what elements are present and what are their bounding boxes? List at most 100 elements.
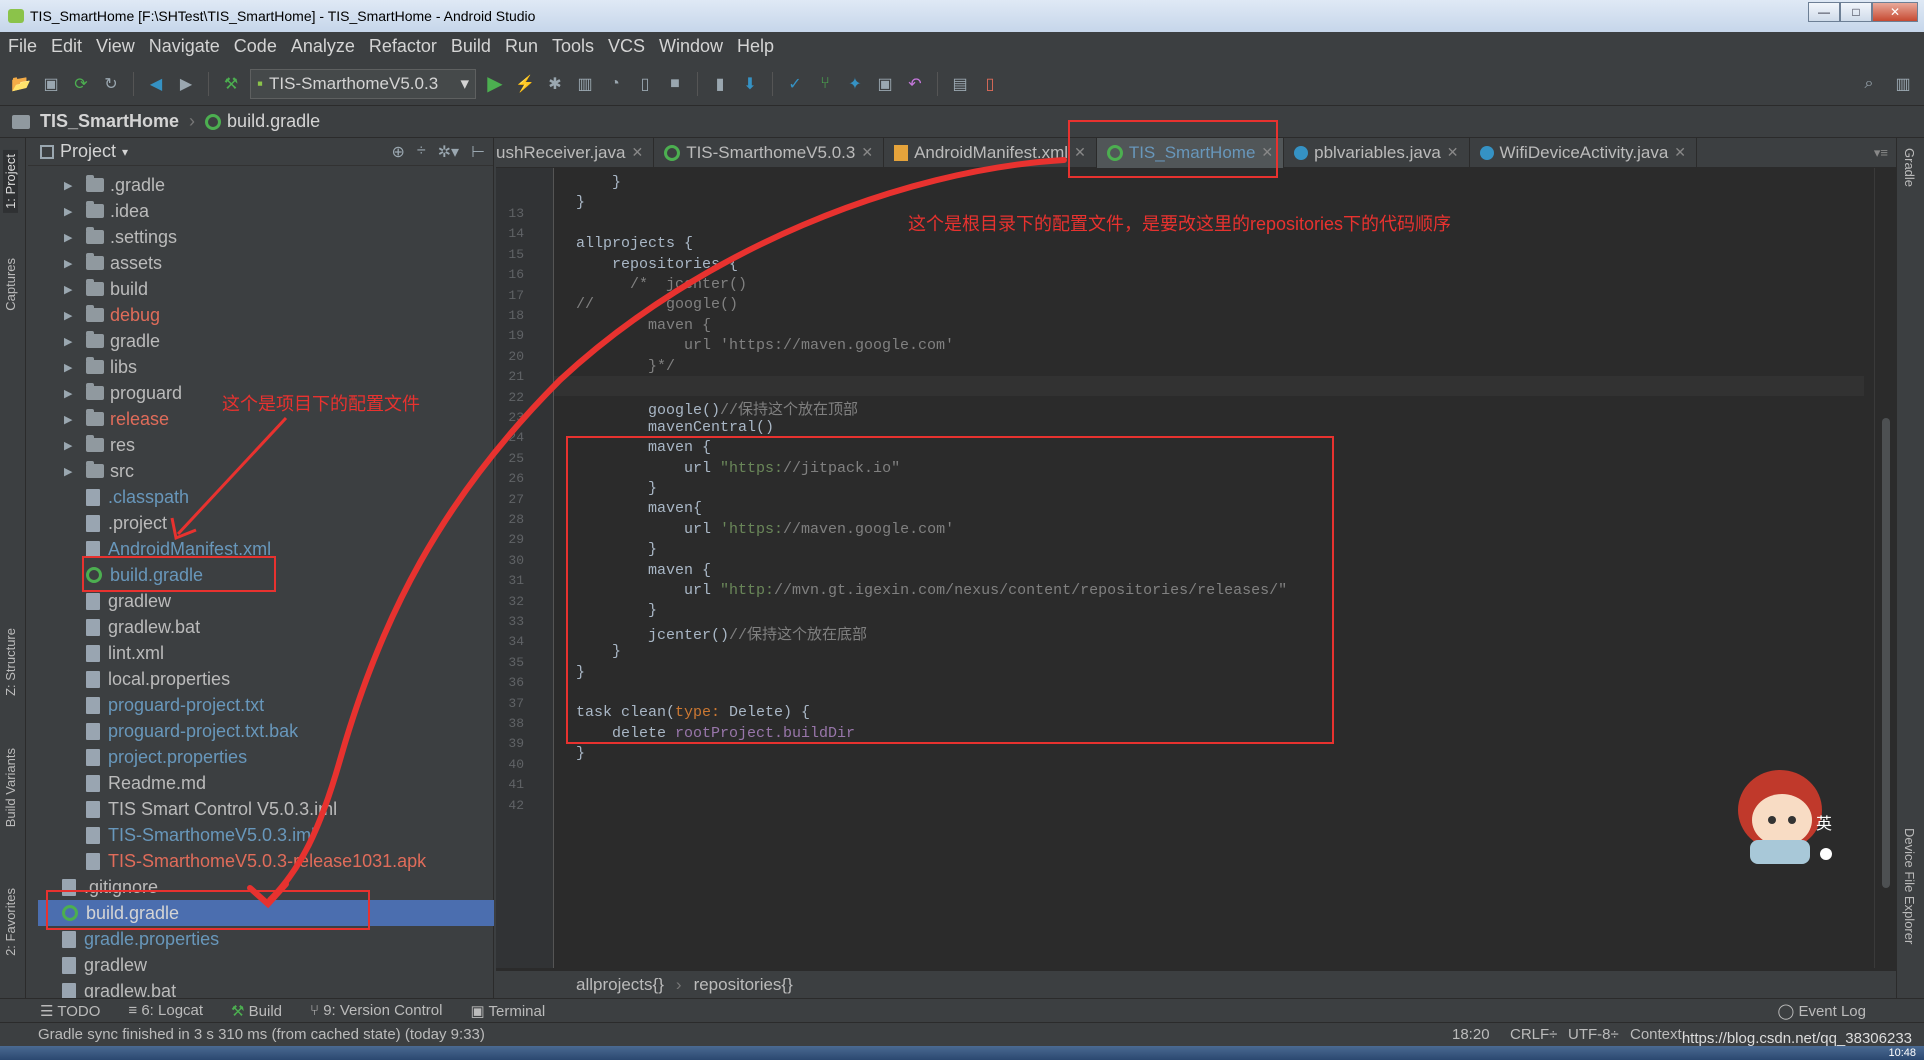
menu-analyze[interactable]: Analyze <box>291 36 355 57</box>
close-tab-icon[interactable]: ✕ <box>1674 144 1686 161</box>
code-line[interactable]: } <box>576 194 585 211</box>
collapse-icon[interactable]: ÷ <box>417 142 426 162</box>
tree-item[interactable]: ▶ src <box>64 458 134 484</box>
tree-item[interactable]: ▶ release <box>64 406 169 432</box>
menu-build[interactable]: Build <box>451 36 491 57</box>
code-line[interactable]: // google() <box>576 296 738 313</box>
project-structure-icon[interactable]: ▤ <box>949 73 971 95</box>
device-file-explorer-tool-button[interactable]: Device File Explorer <box>1902 828 1917 944</box>
expand-arrow-icon[interactable]: ▶ <box>64 465 78 478</box>
expand-arrow-icon[interactable]: ▶ <box>64 309 78 322</box>
avd-icon[interactable]: ▮ <box>709 73 731 95</box>
profile-icon[interactable]: ▥ <box>574 73 596 95</box>
terminal-tool-button[interactable]: ▣ Terminal <box>470 1002 545 1020</box>
line-separator[interactable]: CRLF÷ <box>1510 1026 1557 1043</box>
close-tab-icon[interactable]: ✕ <box>861 144 873 161</box>
tree-item[interactable]: ▶ .idea <box>64 198 149 224</box>
structure-tool-button[interactable]: Z: Structure <box>3 628 18 696</box>
menu-file[interactable]: File <box>8 36 37 57</box>
menu-view[interactable]: View <box>96 36 135 57</box>
code-line[interactable]: allprojects { <box>576 235 693 252</box>
code-line[interactable]: repositories { <box>576 256 738 273</box>
device-file-icon[interactable]: ▯ <box>979 73 1001 95</box>
stop-icon[interactable]: ■ <box>664 73 686 95</box>
breadcrumb-file[interactable]: build.gradle <box>227 111 320 132</box>
expand-arrow-icon[interactable]: ▶ <box>64 387 78 400</box>
hide-icon[interactable]: ⊢ <box>471 142 485 162</box>
tree-item[interactable]: .classpath <box>86 484 189 510</box>
menu-navigate[interactable]: Navigate <box>149 36 220 57</box>
tree-item[interactable]: TIS Smart Control V5.0.3.iml <box>86 796 337 822</box>
tree-item[interactable]: ▶ build <box>64 276 148 302</box>
forward-icon[interactable]: ▶ <box>175 73 197 95</box>
editor-tab[interactable]: WifiDeviceActivity.java ✕ <box>1470 137 1698 168</box>
editor-tab[interactable]: ushReceiver.java ✕ <box>496 137 655 168</box>
expand-arrow-icon[interactable]: ▶ <box>64 205 78 218</box>
run-configuration-select[interactable]: ▪ TIS-SmarthomeV5.0.3 ▾ <box>250 68 476 99</box>
menu-refactor[interactable]: Refactor <box>369 36 437 57</box>
menu-window[interactable]: Window <box>659 36 723 57</box>
cursor-position[interactable]: 18:20 <box>1452 1026 1490 1043</box>
editor-tab[interactable]: AndroidManifest.xml ✕ <box>884 137 1097 168</box>
sync-icon[interactable]: ⟳ <box>70 73 92 95</box>
layout-inspector-icon[interactable]: ⑂ <box>814 73 836 95</box>
expand-arrow-icon[interactable]: ▶ <box>64 335 78 348</box>
expand-arrow-icon[interactable]: ▶ <box>64 361 78 374</box>
run-icon[interactable]: ▶ <box>484 73 506 95</box>
tree-item[interactable]: Readme.md <box>86 770 206 796</box>
menu-tools[interactable]: Tools <box>552 36 594 57</box>
code-line[interactable]: /* jcenter() <box>576 276 747 293</box>
code-line[interactable]: url 'https://maven.google.com' <box>576 337 954 354</box>
close-tab-icon[interactable]: ✕ <box>1447 144 1459 161</box>
close-tab-icon[interactable]: ✕ <box>631 144 643 161</box>
version-control-tool-button[interactable]: ⑂ 9: Version Control <box>310 1002 442 1019</box>
tree-item[interactable]: gradlew.bat <box>86 614 200 640</box>
code-line[interactable]: maven { <box>576 317 711 334</box>
hammer-icon[interactable]: ⚒ <box>220 73 242 95</box>
tree-item[interactable]: .project <box>86 510 167 536</box>
open-icon[interactable]: 📂 <box>10 73 32 95</box>
expand-arrow-icon[interactable]: ▶ <box>64 283 78 296</box>
expand-arrow-icon[interactable]: ▶ <box>64 439 78 452</box>
search-icon[interactable]: ⌕ <box>1858 73 1880 95</box>
tab-overflow-icon[interactable]: ▾≡ <box>1874 145 1888 161</box>
chevron-down-icon[interactable]: ▾ <box>122 145 128 159</box>
tree-item[interactable]: TIS-SmarthomeV5.0.3.iml <box>86 822 315 848</box>
gear-icon[interactable]: ✲▾ <box>438 142 459 162</box>
tree-item[interactable]: proguard-project.txt.bak <box>86 718 298 744</box>
logcat-tool-button[interactable]: ≡ 6: Logcat <box>128 1002 203 1019</box>
save-icon[interactable]: ▣ <box>40 73 62 95</box>
breadcrumb-repositories[interactable]: repositories{} <box>694 975 793 995</box>
minimize-button[interactable]: — <box>1808 2 1840 22</box>
context-indicator[interactable]: Context: <box>1630 1026 1686 1043</box>
tree-item[interactable]: ▶ debug <box>64 302 160 328</box>
code-line[interactable]: mavenCentral() <box>576 419 774 436</box>
code-line[interactable]: } <box>576 174 621 191</box>
event-log-button[interactable]: ◯ Event Log <box>1777 1002 1866 1020</box>
menu-code[interactable]: Code <box>234 36 277 57</box>
breadcrumb-allprojects[interactable]: allprojects{} <box>576 975 664 995</box>
back-icon[interactable]: ◀ <box>145 73 167 95</box>
tree-item[interactable]: local.properties <box>86 666 230 692</box>
locate-icon[interactable]: ⊕ <box>391 142 404 162</box>
editor-tab[interactable]: pblvariables.java ✕ <box>1284 137 1470 168</box>
gradle-sync-icon[interactable]: ✓ <box>784 73 806 95</box>
coverage-icon[interactable]: ▯ <box>634 73 656 95</box>
tree-item[interactable]: ▶ assets <box>64 250 162 276</box>
build-variants-tool-button[interactable]: Build Variants <box>3 748 18 827</box>
tree-item[interactable]: project.properties <box>86 744 247 770</box>
menu-vcs[interactable]: VCS <box>608 36 645 57</box>
code-line[interactable]: } <box>576 745 585 762</box>
code-line[interactable]: google()//保持这个放在顶部 <box>576 398 858 419</box>
apply-changes-icon[interactable]: ⚡ <box>514 73 536 95</box>
close-button[interactable]: ✕ <box>1872 2 1918 22</box>
tree-item[interactable]: ▶ libs <box>64 354 137 380</box>
attach-debugger-icon[interactable]: ◔ <box>604 73 626 95</box>
tree-root-item[interactable]: gradlew <box>62 952 147 978</box>
build-tool-button[interactable]: ⚒ Build <box>231 1002 282 1020</box>
tree-item[interactable]: ▶ proguard <box>64 380 182 406</box>
gradle-tool-button[interactable]: Gradle <box>1902 148 1917 187</box>
project-tool-button[interactable]: 1: Project <box>3 150 18 213</box>
tree-item[interactable]: proguard-project.txt <box>86 692 264 718</box>
favorites-tool-button[interactable]: 2: Favorites <box>3 888 18 956</box>
